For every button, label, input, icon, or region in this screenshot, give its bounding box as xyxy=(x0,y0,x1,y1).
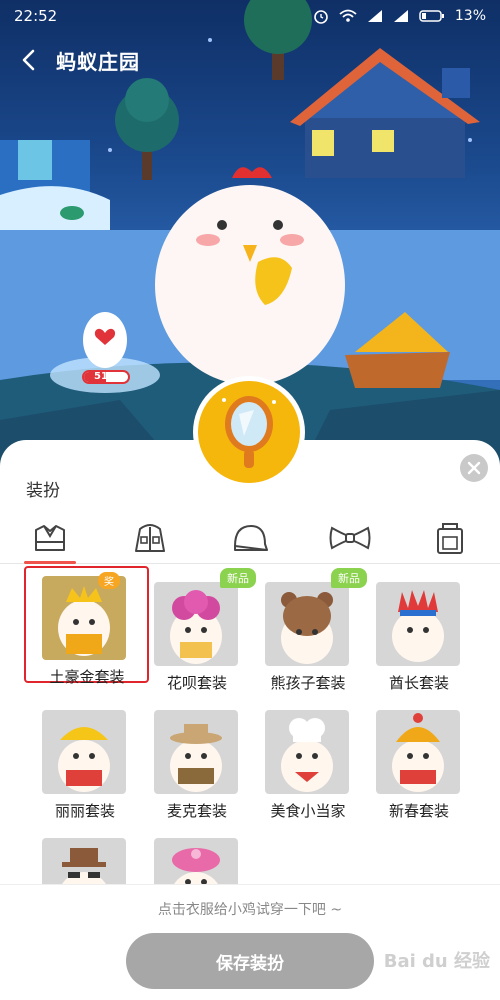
tab-shirt[interactable] xyxy=(0,512,100,564)
status-time: 22:52 xyxy=(14,7,58,25)
outfit-item-tuhao[interactable]: 奖 土豪金套装 xyxy=(24,566,149,686)
outfit-thumbnail xyxy=(265,582,349,666)
outfit-item-lili[interactable]: 丽丽套装 xyxy=(24,700,134,820)
outfit-thumbnail xyxy=(42,710,126,794)
outfit-item-qiuzhang[interactable]: 酋长套装 xyxy=(358,572,468,692)
egg-progress-label: 51% xyxy=(94,371,118,382)
tab-jacket[interactable] xyxy=(100,512,200,563)
outfit-item-meishi[interactable]: 美食小当家 xyxy=(247,700,357,820)
close-button[interactable] xyxy=(460,454,488,482)
bottom-action-area: 点击衣服给小鸡试穿一下吧 ~ 保存装扮 Bai du 经验 xyxy=(0,884,500,1000)
prize-tag: 奖 xyxy=(98,572,120,589)
dress-up-panel: 装扮 奖 土豪金套装 新品 花呗套装 新品 熊孩子套装 酋长套装 丽丽套装 麦克… xyxy=(0,440,500,1000)
battery-percent: 13% xyxy=(454,8,486,24)
outfit-label: 新春套装 xyxy=(388,802,449,820)
battery-icon xyxy=(419,10,444,22)
mirror-icon xyxy=(222,396,276,468)
outfit-label: 丽丽套装 xyxy=(54,802,115,820)
back-button[interactable] xyxy=(0,38,56,82)
bag-icon xyxy=(437,522,463,554)
watermark: Bai du 经验 xyxy=(383,951,490,972)
outfit-label: 熊孩子套装 xyxy=(270,674,346,692)
outfit-thumbnail xyxy=(154,582,238,666)
outfit-item-xionghaizi[interactable]: 新品 熊孩子套装 xyxy=(247,568,367,692)
close-icon xyxy=(467,461,481,475)
hint-text: 点击衣服给小鸡试穿一下吧 ~ xyxy=(157,902,343,918)
outfit-label: 酋长套装 xyxy=(388,674,449,692)
cap-icon xyxy=(234,524,268,551)
category-tabs xyxy=(0,512,500,564)
page-title: 蚂蚁庄园 xyxy=(56,49,140,74)
outfit-thumbnail xyxy=(376,582,460,666)
outfit-label: 美食小当家 xyxy=(270,802,346,820)
outfit-thumbnail xyxy=(376,710,460,794)
nav-bar: 蚂蚁庄园 xyxy=(0,38,500,82)
tab-bag[interactable] xyxy=(400,512,500,563)
outfit-label: 花呗套装 xyxy=(166,674,227,692)
alarm-icon xyxy=(314,10,328,24)
status-bar: 22:52 13% xyxy=(0,0,500,32)
save-outfit-button[interactable]: 保存装扮 xyxy=(126,933,374,989)
back-arrow-icon xyxy=(22,49,35,71)
signal-icon xyxy=(367,10,382,22)
jacket-icon xyxy=(135,523,165,552)
signal-icon-2 xyxy=(393,10,408,22)
outfit-item-maike[interactable]: 麦克套装 xyxy=(136,700,246,820)
panel-title: 装扮 xyxy=(26,481,60,501)
outfit-item-huabei[interactable]: 新品 花呗套装 xyxy=(136,568,256,692)
outfit-thumbnail xyxy=(154,710,238,794)
tab-cap[interactable] xyxy=(200,512,300,563)
tab-bowtie[interactable] xyxy=(300,512,400,563)
outfit-label: 土豪金套装 xyxy=(49,668,125,686)
bowtie-icon xyxy=(329,526,371,549)
outfit-label: 麦克套装 xyxy=(166,802,227,820)
shirt-icon xyxy=(35,524,65,551)
wifi-icon xyxy=(339,9,357,22)
egg-progress-badge: 51% xyxy=(82,370,130,384)
mirror-button[interactable] xyxy=(193,376,305,488)
outfit-item-xinchun[interactable]: 新春套装 xyxy=(358,700,468,820)
outfit-thumbnail xyxy=(265,710,349,794)
